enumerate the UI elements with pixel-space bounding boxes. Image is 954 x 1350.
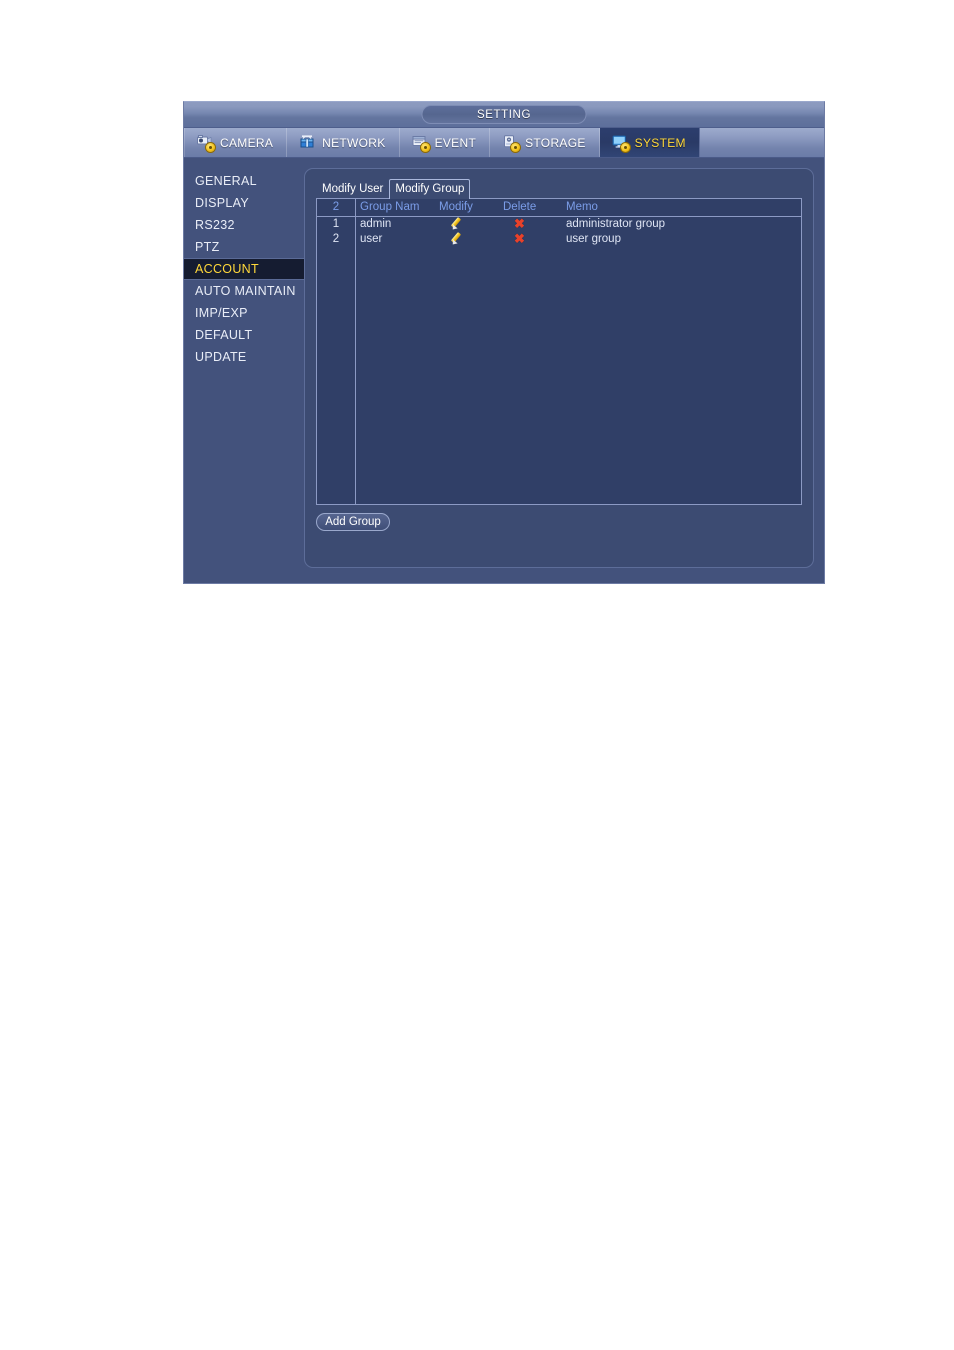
- sidebar-item-auto-maintain[interactable]: AUTO MAINTAIN: [184, 280, 304, 302]
- sidebar-item-general[interactable]: GENERAL: [184, 170, 304, 192]
- row-index: 2: [332, 232, 340, 245]
- tab-system-label: SYSTEM: [634, 135, 686, 150]
- add-group-button[interactable]: Add Group: [316, 513, 390, 531]
- network-icon: [299, 135, 316, 150]
- pencil-icon[interactable]: [450, 217, 463, 232]
- sidebar-item-update[interactable]: UPDATE: [184, 346, 304, 368]
- x-icon[interactable]: ✖: [514, 232, 525, 245]
- settings-sidebar: GENERAL DISPLAY RS232 PTZ ACCOUNT AUTO M…: [184, 158, 304, 582]
- tab-network[interactable]: NETWORK: [287, 128, 400, 157]
- window-body: GENERAL DISPLAY RS232 PTZ ACCOUNT AUTO M…: [184, 158, 824, 582]
- table-row[interactable]: 1 admin ✖ administrator group: [317, 216, 801, 232]
- group-table: 2 Group Nam Modify Delete Memo 1 admin ✖…: [317, 199, 801, 247]
- sidebar-item-account[interactable]: ACCOUNT: [184, 258, 304, 280]
- row-memo: user group: [566, 232, 621, 245]
- storage-gear-icon: [502, 135, 521, 152]
- sidebar-item-ptz[interactable]: PTZ: [184, 236, 304, 258]
- content-wrapper: Modify User Modify Group 2 Group Nam Mod…: [304, 158, 824, 582]
- tab-network-label: NETWORK: [322, 135, 386, 150]
- header-index: 2: [317, 199, 355, 217]
- account-panel: Modify User Modify Group 2 Group Nam Mod…: [304, 168, 814, 568]
- row-group-name: user: [360, 232, 383, 245]
- tab-camera-label: CAMERA: [220, 135, 274, 150]
- header-memo: Memo: [565, 199, 801, 217]
- header-modify: Modify: [439, 199, 503, 217]
- table-header-row: 2 Group Nam Modify Delete Memo: [317, 199, 801, 217]
- setting-window: SETTING CAMERA NETWORK EVENT STORAGE SYS…: [183, 101, 825, 584]
- camera-gear-icon: [197, 135, 215, 152]
- row-group-name: admin: [360, 217, 392, 230]
- table-row[interactable]: 2 user ✖ user group: [317, 231, 801, 247]
- button-row: Add Group: [316, 512, 802, 531]
- delete-cell: ✖: [503, 231, 565, 246]
- row-index: 1: [332, 217, 340, 230]
- x-icon[interactable]: ✖: [514, 217, 525, 230]
- delete-cell: ✖: [503, 216, 565, 231]
- tab-event-label: EVENT: [434, 135, 477, 150]
- index-column-divider: [355, 199, 356, 504]
- main-tabbar: CAMERA NETWORK EVENT STORAGE SYSTEM: [184, 128, 824, 158]
- sidebar-item-default[interactable]: DEFAULT: [184, 324, 304, 346]
- system-gear-icon: [612, 135, 630, 152]
- tab-storage[interactable]: STORAGE: [490, 128, 600, 157]
- modify-cell: [439, 216, 503, 232]
- tab-system[interactable]: SYSTEM: [599, 128, 700, 157]
- modify-cell: [439, 231, 503, 247]
- window-title: SETTING: [421, 105, 587, 124]
- window-titlebar: SETTING: [184, 102, 824, 128]
- sidebar-item-imp-exp[interactable]: IMP/EXP: [184, 302, 304, 324]
- event-gear-icon: [412, 135, 430, 152]
- sidebar-item-display[interactable]: DISPLAY: [184, 192, 304, 214]
- row-memo: administrator group: [566, 217, 666, 230]
- group-table-frame: 2 Group Nam Modify Delete Memo 1 admin ✖…: [316, 198, 802, 505]
- tab-camera[interactable]: CAMERA: [184, 128, 288, 157]
- header-delete: Delete: [503, 199, 565, 217]
- subtab-modify-user[interactable]: Modify User: [316, 180, 389, 198]
- sidebar-item-rs232[interactable]: RS232: [184, 214, 304, 236]
- subtab-modify-group[interactable]: Modify Group: [389, 179, 471, 199]
- tabbar-filler: [700, 128, 824, 157]
- tab-storage-label: STORAGE: [525, 135, 586, 150]
- header-group-name: Group Nam: [355, 199, 439, 217]
- tab-event[interactable]: EVENT: [400, 128, 491, 157]
- account-subtabs: Modify User Modify Group: [316, 179, 802, 199]
- pencil-icon[interactable]: [450, 232, 463, 247]
